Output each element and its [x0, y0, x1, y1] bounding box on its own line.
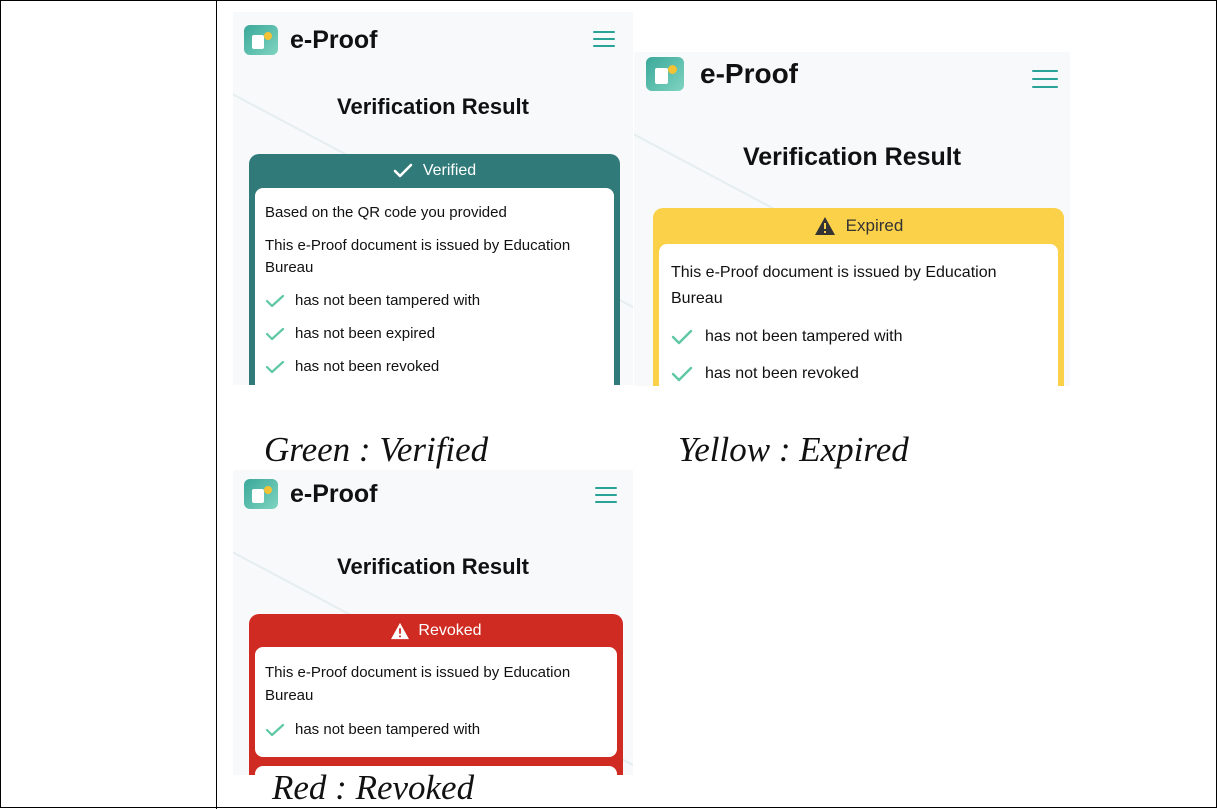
- app-name: e-Proof: [290, 25, 378, 54]
- e-proof-logo-icon: [646, 57, 684, 91]
- app-header-brand[interactable]: e-Proof: [646, 57, 798, 91]
- check-item: has not been revoked: [671, 365, 859, 383]
- check-icon: [393, 163, 413, 178]
- hamburger-menu-icon[interactable]: [593, 31, 615, 47]
- detail-line: This e-Proof document is issued by Educa…: [265, 664, 571, 681]
- screenshot-expired: e-Proof Verification Result Expired This…: [634, 52, 1070, 386]
- e-proof-logo-icon: [244, 25, 278, 55]
- app-header-brand[interactable]: e-Proof: [244, 479, 378, 509]
- check-item: has not been tampered with: [265, 721, 480, 738]
- check-icon: [265, 294, 285, 308]
- check-item-label: has not been tampered with: [295, 292, 481, 309]
- check-item-label: has not been revoked: [705, 365, 859, 382]
- check-icon: [265, 723, 285, 737]
- page-title: Verification Result: [742, 143, 962, 171]
- check-item-label: has not been expired: [295, 325, 436, 342]
- table-column-divider: [216, 0, 217, 809]
- check-item-label: has not been tampered with: [295, 721, 481, 738]
- detail-line: Bureau: [265, 687, 314, 704]
- detail-line: This e-Proof document is issued by Educa…: [265, 237, 571, 254]
- caption-yellow-expired: Yellow : Expired: [678, 430, 909, 469]
- check-item: has not been revoked: [265, 358, 439, 375]
- screenshot-revoked: e-Proof Verification Result Revoked This…: [233, 470, 633, 775]
- status-details: This e-Proof document is issued by Educa…: [659, 244, 1058, 386]
- check-icon: [671, 366, 693, 381]
- status-details: Based on the QR code you provided This e…: [255, 188, 614, 385]
- detail-line: Bureau: [265, 259, 314, 276]
- caption-green-verified: Green : Verified: [264, 430, 489, 469]
- hamburger-menu-icon[interactable]: [1032, 70, 1058, 88]
- status-header: Revoked: [249, 614, 623, 647]
- status-details: This e-Proof document is issued by Educa…: [255, 647, 617, 757]
- e-proof-logo-icon: [244, 479, 278, 509]
- status-label: Verified: [422, 162, 477, 179]
- warning-triangle-icon: [814, 217, 835, 235]
- check-icon: [671, 329, 693, 344]
- detail-line: This e-Proof document is issued by Educa…: [671, 264, 997, 281]
- status-card-verified: Verified Based on the QR code you provid…: [249, 154, 620, 385]
- detail-line: Based on the QR code you provided: [265, 204, 507, 221]
- status-header: Expired: [653, 208, 1064, 244]
- check-icon: [265, 327, 285, 341]
- check-item-label: has not been revoked: [295, 358, 440, 375]
- check-item: has not been tampered with: [265, 292, 480, 309]
- check-icon: [265, 360, 285, 374]
- warning-triangle-icon: [391, 622, 410, 639]
- check-item-label: has not been tampered with: [705, 328, 903, 345]
- status-card-expired: Expired This e-Proof document is issued …: [653, 208, 1064, 386]
- check-item: has not been tampered with: [671, 328, 902, 346]
- page-title: Verification Result: [337, 94, 529, 119]
- status-header: Verified: [249, 154, 620, 188]
- hamburger-menu-icon[interactable]: [595, 487, 617, 503]
- status-label: Expired: [845, 216, 904, 235]
- app-name: e-Proof: [700, 58, 798, 89]
- status-card-revoked: Revoked This e-Proof document is issued …: [249, 614, 623, 775]
- status-label: Revoked: [418, 621, 482, 639]
- caption-red-revoked: Red : Revoked: [272, 768, 475, 807]
- check-item: has not been expired: [265, 325, 435, 342]
- detail-line: Bureau: [671, 290, 723, 307]
- screenshot-verified: e-Proof Verification Result Verified Bas…: [233, 12, 633, 385]
- app-name: e-Proof: [290, 479, 378, 508]
- page-title: Verification Result: [337, 554, 529, 579]
- app-header-brand[interactable]: e-Proof: [244, 25, 378, 55]
